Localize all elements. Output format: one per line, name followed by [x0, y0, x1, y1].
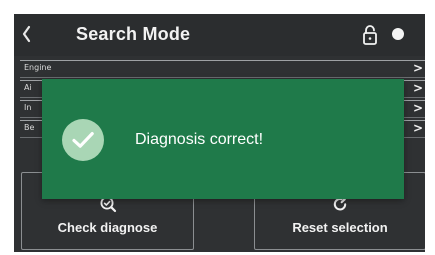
toast-message: Diagnosis correct!: [135, 131, 264, 148]
lock-button[interactable]: [361, 24, 379, 46]
device-frame: Search Mode Engine > Ai > In > Be > Chec…: [0, 0, 435, 255]
check-diagnose-label: Check diagnose: [57, 220, 158, 235]
check-circle-icon: [62, 119, 104, 161]
screen: Search Mode Engine > Ai > In > Be > Chec…: [14, 14, 425, 252]
success-toast: Diagnosis correct!: [42, 79, 404, 199]
page-title: Search Mode: [76, 24, 191, 44]
list-item[interactable]: Engine >: [20, 60, 425, 78]
list-item-label: Be: [24, 123, 35, 132]
chevron-left-icon: [22, 25, 31, 43]
chevron-right-icon: >: [412, 101, 423, 115]
unlocked-padlock-icon: [363, 25, 377, 45]
checkmark-icon: [72, 132, 94, 148]
top-bar: Search Mode: [14, 14, 425, 56]
back-button[interactable]: [19, 22, 33, 46]
chevron-right-icon: >: [412, 61, 423, 75]
list-item-label: Ai: [24, 83, 32, 92]
reset-selection-label: Reset selection: [292, 220, 388, 235]
list-item-label: In: [24, 103, 32, 112]
chevron-right-icon: >: [412, 81, 423, 95]
chevron-right-icon: >: [412, 121, 423, 135]
status-dot-icon: [392, 28, 404, 40]
list-item-label: Engine: [24, 63, 52, 72]
